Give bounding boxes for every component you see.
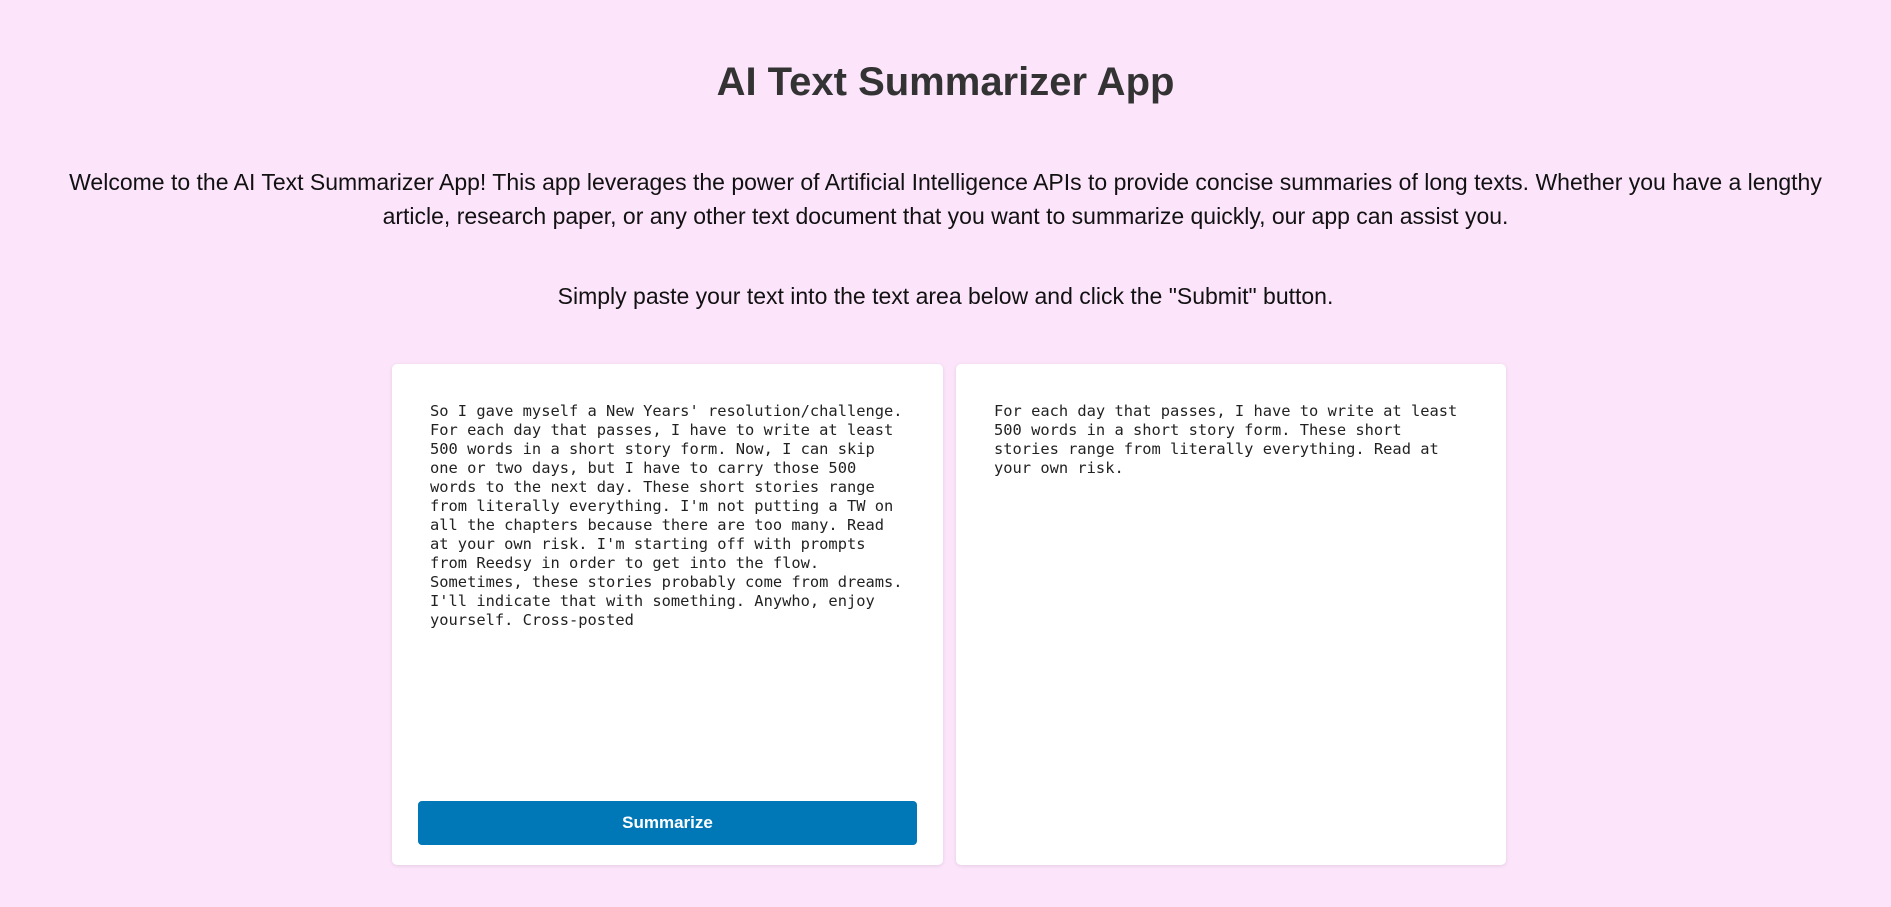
page-title: AI Text Summarizer App xyxy=(716,60,1175,104)
instruction-text: Simply paste your text into the text are… xyxy=(557,283,1334,309)
intro-paragraph: Welcome to the AI Text Summarizer App! T… xyxy=(69,169,1822,229)
input-card: So I gave myself a New Years' resolution… xyxy=(392,364,943,865)
summary-output: For each day that passes, I have to writ… xyxy=(994,402,1467,477)
summary-card: For each day that passes, I have to writ… xyxy=(956,364,1506,865)
summarize-button[interactable]: Summarize xyxy=(418,801,917,845)
text-input-area[interactable]: So I gave myself a New Years' resolution… xyxy=(430,402,905,792)
